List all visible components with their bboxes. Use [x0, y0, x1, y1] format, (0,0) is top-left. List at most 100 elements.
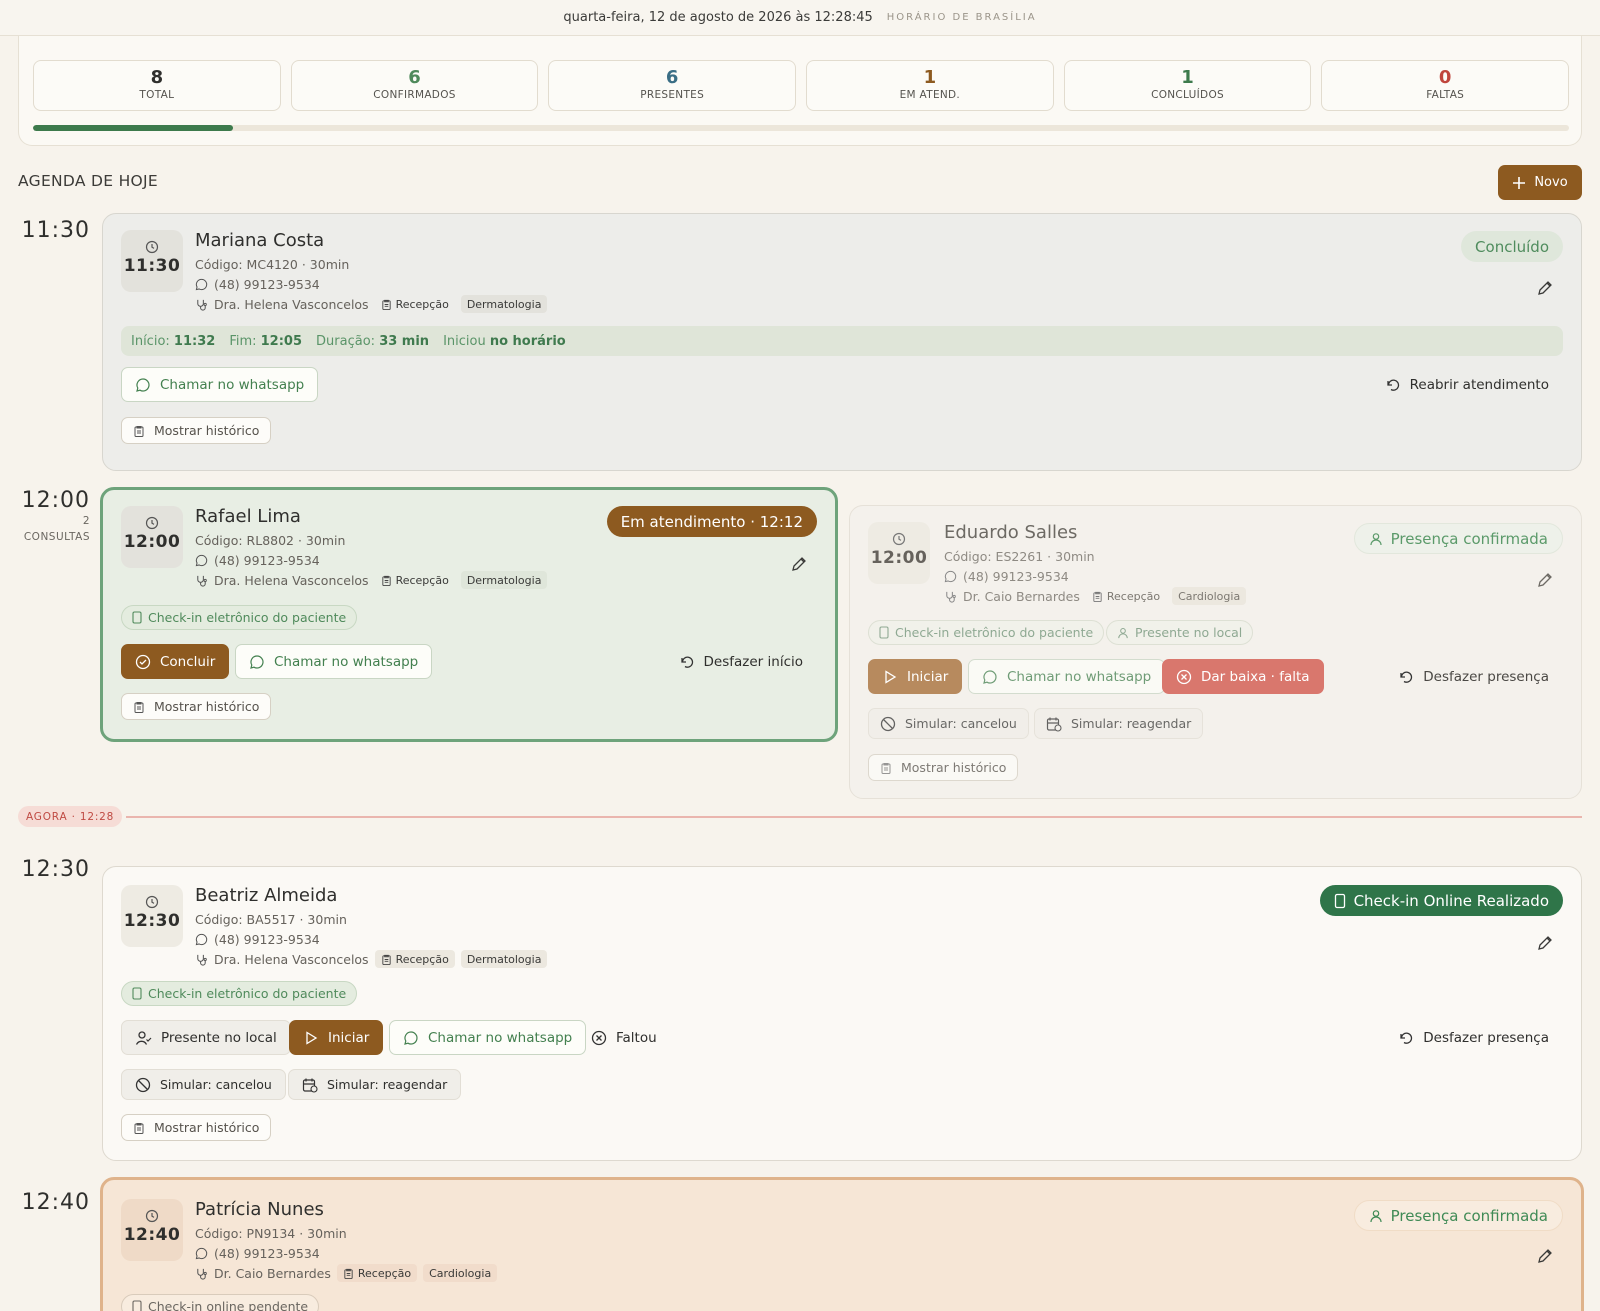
- patient-name: Beatriz Almeida: [195, 885, 338, 906]
- clipboard-icon: [881, 762, 891, 774]
- stethoscope-icon: [946, 591, 956, 603]
- status-badge: Em atendimento · 12:12: [606, 506, 817, 537]
- simulate-reschedule-button[interactable]: Simular: reagendar: [288, 1069, 462, 1100]
- clipboard-icon: [381, 299, 391, 310]
- whatsapp-icon: [195, 933, 208, 945]
- undo-icon: [1386, 379, 1399, 391]
- no-show-button[interactable]: Dar baixa · falta: [1162, 659, 1324, 694]
- undo-start-button[interactable]: Desfazer início: [665, 644, 817, 679]
- room-tag: Recepção: [375, 571, 455, 589]
- edit-pencil-icon[interactable]: [1535, 933, 1555, 953]
- slot-time-1130: 11:30: [21, 218, 90, 243]
- missed-button[interactable]: Faltou: [577, 1020, 671, 1055]
- status-badge: Concluído: [1461, 231, 1563, 262]
- patient-phone: (48) 99123-9534: [195, 550, 547, 570]
- show-history-button[interactable]: Mostrar histórico: [121, 693, 272, 720]
- stat-in-service: 1 EM ATEND.: [806, 60, 1054, 111]
- start-button[interactable]: Iniciar: [289, 1020, 384, 1055]
- room-tag: Recepção: [1086, 587, 1166, 605]
- appointment-time-box: 11:30: [121, 230, 183, 292]
- status-badge: Check-in Online Realizado: [1319, 885, 1563, 916]
- phone-icon: [1334, 893, 1345, 908]
- phone-icon: [879, 626, 889, 639]
- appointment-time-box: 12:30: [121, 885, 183, 947]
- appointment-time-box: 12:00: [868, 522, 930, 584]
- check-circle-icon: [135, 654, 151, 669]
- whatsapp-button[interactable]: Chamar no whatsapp: [121, 367, 319, 402]
- clipboard-icon: [381, 954, 391, 965]
- undo-presence-button[interactable]: Desfazer presença: [1384, 1020, 1563, 1055]
- whatsapp-button[interactable]: Chamar no whatsapp: [389, 1020, 587, 1055]
- checkin-chip: Check-in eletrônico do paciente: [121, 605, 358, 630]
- specialty-tag: Dermatologia: [460, 571, 548, 589]
- slot-time-1230: 12:30: [21, 857, 90, 882]
- appointment-details: Dr. Caio Bernardes Recepção Cardiologia: [195, 1263, 498, 1283]
- x-circle-icon: [591, 1030, 607, 1045]
- checkin-chip: Check-in eletrônico do paciente: [121, 981, 358, 1006]
- stat-completed: 1 CONCLUÍDOS: [1063, 60, 1312, 111]
- whatsapp-button[interactable]: Chamar no whatsapp: [968, 659, 1166, 694]
- edit-pencil-icon[interactable]: [789, 554, 809, 574]
- whatsapp-button[interactable]: Chamar no whatsapp: [235, 644, 433, 679]
- show-history-button[interactable]: Mostrar histórico: [121, 1114, 272, 1141]
- calendar-clock-icon: [1046, 717, 1062, 732]
- status-badge: Presença confirmada: [1353, 523, 1563, 554]
- clipboard-icon: [134, 701, 144, 713]
- slot-count-label: CONSULTAS: [23, 531, 90, 543]
- stat-total: 8 TOTAL: [33, 60, 281, 111]
- phone-icon: [132, 611, 142, 624]
- mark-present-button[interactable]: Presente no local: [121, 1020, 291, 1055]
- appointment-code: Código: PN9134 · 30min: [195, 1225, 347, 1241]
- clock-icon: [145, 516, 159, 530]
- new-appointment-button[interactable]: Novo: [1498, 165, 1582, 200]
- user-icon: [1369, 1209, 1382, 1222]
- patient-name: Eduardo Salles: [944, 522, 1078, 543]
- phone-icon: [132, 987, 142, 1000]
- specialty-tag: Dermatologia: [460, 950, 548, 968]
- chat-bubble-icon: [404, 1030, 418, 1045]
- simulate-cancel-button[interactable]: Simular: cancelou: [121, 1069, 286, 1100]
- present-chip: Presente no local: [1106, 620, 1254, 645]
- now-indicator-line: [126, 816, 1582, 818]
- edit-pencil-icon[interactable]: [1535, 570, 1555, 590]
- chat-bubble-icon: [136, 377, 150, 392]
- simulate-reschedule-button[interactable]: Simular: reagendar: [1034, 708, 1204, 739]
- service-timing-bar: Início: 11:32 Fim: 12:05 Duração: 33 min…: [121, 326, 1563, 356]
- appointment-details: Dra. Helena Vasconcelos Recepção Dermato…: [195, 570, 548, 590]
- undo-presence-button[interactable]: Desfazer presença: [1384, 659, 1563, 694]
- chat-bubble-icon: [983, 669, 997, 684]
- appointment-card-rafael: 12:00 Rafael Lima Código: RL8802 · 30min…: [100, 487, 838, 742]
- clock-icon: [145, 240, 159, 254]
- slot-time-1240: 12:40: [21, 1190, 90, 1215]
- play-icon: [306, 1030, 318, 1045]
- show-history-button[interactable]: Mostrar histórico: [121, 417, 272, 444]
- user-check-icon: [135, 1030, 152, 1045]
- now-indicator-tag: AGORA · 12:28: [18, 806, 123, 827]
- whatsapp-icon: [944, 570, 957, 582]
- appointment-card-eduardo: 12:00 Eduardo Salles Código: ES2261 · 30…: [849, 505, 1582, 799]
- show-history-button[interactable]: Mostrar histórico: [868, 754, 1019, 781]
- whatsapp-icon: [195, 554, 208, 566]
- conclude-button[interactable]: Concluir: [121, 644, 230, 679]
- progress-fill: [33, 125, 233, 131]
- clipboard-icon: [134, 1122, 144, 1134]
- simulate-cancel-button[interactable]: Simular: cancelou: [868, 708, 1029, 739]
- specialty-tag: Cardiologia: [1172, 587, 1247, 605]
- stat-no-shows: 0 FALTAS: [1321, 60, 1570, 111]
- appointment-card-beatriz: 12:30 Beatriz Almeida Código: BA5517 · 3…: [102, 866, 1582, 1161]
- edit-pencil-icon[interactable]: [1535, 278, 1555, 298]
- reopen-service-button[interactable]: Reabrir atendimento: [1371, 367, 1563, 402]
- specialty-tag: Dermatologia: [460, 295, 548, 313]
- clock-icon: [892, 532, 906, 546]
- stats-panel: 8 TOTAL 6 CONFIRMADOS 6 PRESENTES 1 EM ATEND…: [18, 20, 1582, 146]
- timezone-label: HORÁRIO DE BRASÍLIA: [886, 12, 1037, 23]
- stethoscope-icon: [197, 954, 207, 966]
- clipboard-icon: [381, 575, 391, 586]
- undo-icon: [1400, 1032, 1413, 1044]
- edit-pencil-icon[interactable]: [1535, 1246, 1555, 1266]
- checkin-pending-chip: Check-in online pendente: [121, 1294, 320, 1311]
- current-datetime: quarta-feira, 12 de agosto de 2026 às 12…: [563, 10, 873, 25]
- start-button[interactable]: Iniciar: [868, 659, 963, 694]
- appointment-time-box: 12:40: [121, 1199, 183, 1261]
- clipboard-icon: [134, 425, 144, 437]
